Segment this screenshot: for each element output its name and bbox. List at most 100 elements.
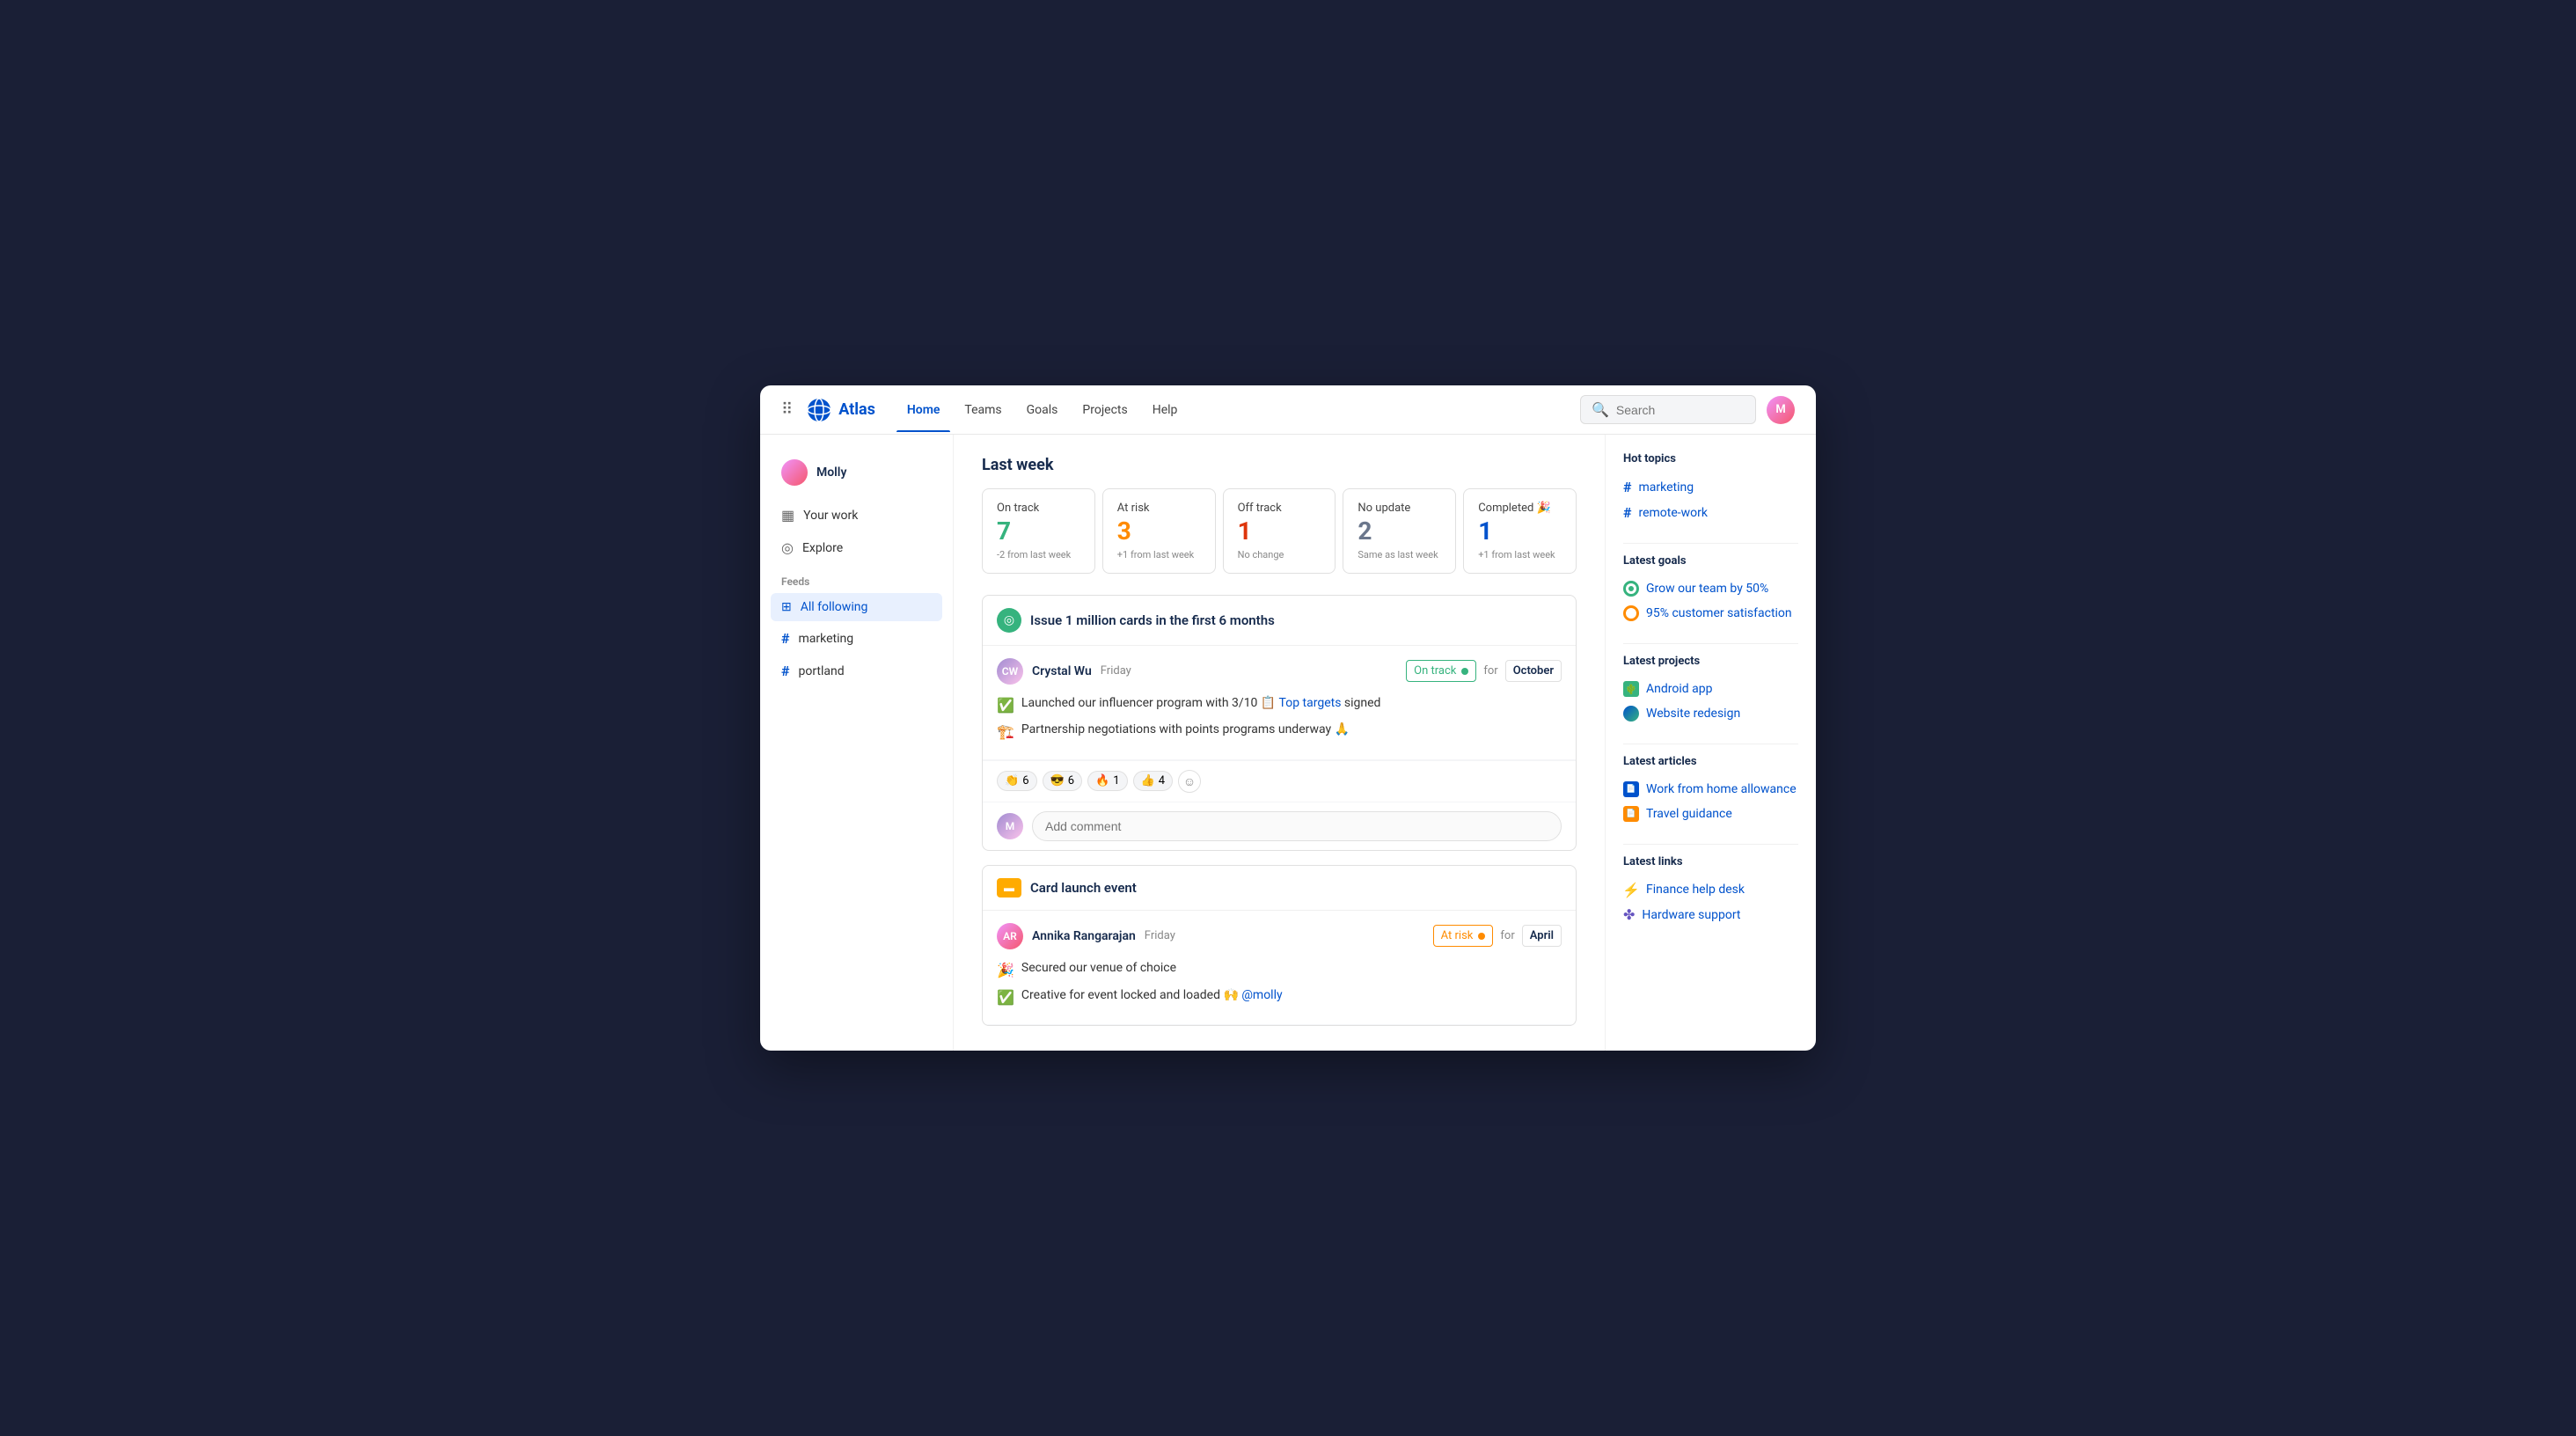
commenter-avatar: M xyxy=(997,813,1023,839)
nav-link-home[interactable]: Home xyxy=(896,396,951,424)
stat-label-off-track: Off track xyxy=(1238,502,1321,515)
update-date-crystal: Friday xyxy=(1101,664,1131,678)
goal-customer-satisfaction[interactable]: 95% customer satisfaction xyxy=(1623,601,1798,626)
sidebar-user[interactable]: Molly xyxy=(771,452,942,493)
wfh-article-label: Work from home allowance xyxy=(1646,782,1797,796)
stats-row: On track 7 -2 from last week At risk 3 +… xyxy=(982,488,1577,574)
goal-icon-grow-team xyxy=(1623,581,1639,597)
search-input[interactable] xyxy=(1616,403,1745,417)
travel-article-icon: 📄 xyxy=(1623,806,1639,822)
reaction-clap-count: 6 xyxy=(1022,774,1028,788)
reaction-cool-emoji: 😎 xyxy=(1050,774,1065,788)
nav-link-teams[interactable]: Teams xyxy=(954,396,1012,424)
logo-wrap[interactable]: Atlas xyxy=(807,398,875,422)
add-reaction-button[interactable]: ☺ xyxy=(1178,770,1201,793)
project-android-app[interactable]: 🌵 Android app xyxy=(1623,677,1798,701)
stat-label-at-risk: At risk xyxy=(1117,502,1201,515)
sidebar-feed-marketing[interactable]: # marketing xyxy=(771,623,942,654)
user-avatar-top[interactable]: M xyxy=(1767,396,1795,424)
hot-topics-section: Hot topics # marketing # remote-work xyxy=(1623,452,1798,525)
article-travel[interactable]: 📄 Travel guidance xyxy=(1623,802,1798,826)
status-badge-at-risk: At risk xyxy=(1433,925,1494,947)
website-redesign-label: Website redesign xyxy=(1646,707,1740,721)
project-website-redesign[interactable]: Website redesign xyxy=(1623,701,1798,726)
status-month-october[interactable]: October xyxy=(1505,660,1562,682)
for-label-2: for xyxy=(1500,929,1514,942)
stat-number-on-track: 7 xyxy=(997,518,1080,546)
card-launch-icon: ▬ xyxy=(997,878,1021,898)
reaction-fire[interactable]: 🔥 1 xyxy=(1087,771,1128,791)
update-body-crystal: ✅ Launched our influencer program with 3… xyxy=(997,693,1562,744)
feed-card-header-2: ▬ Card launch event xyxy=(983,866,1576,911)
hot-topic-remote-work[interactable]: # remote-work xyxy=(1623,500,1798,525)
reaction-clap-emoji: 👏 xyxy=(1005,774,1019,788)
explore-icon: ◎ xyxy=(781,539,794,556)
stat-sub-completed: +1 from last week xyxy=(1478,549,1562,560)
checkmark-icon-2: ✅ xyxy=(997,986,1014,1009)
goal-grow-team[interactable]: Grow our team by 50% xyxy=(1623,576,1798,601)
update-line-2: 🏗️ Partnership negotiations with points … xyxy=(997,720,1562,744)
nav-right: 🔍 M xyxy=(1580,395,1795,424)
reaction-thumbsup[interactable]: 👍 4 xyxy=(1133,771,1174,791)
atlas-logo-icon xyxy=(807,398,831,422)
link-finance[interactable]: ⚡ Finance help desk xyxy=(1623,877,1798,902)
sidebar-feed-label-all: All following xyxy=(801,600,868,614)
comment-input[interactable] xyxy=(1032,811,1562,841)
top-targets-link[interactable]: Top targets xyxy=(1279,696,1342,710)
sidebar-item-explore[interactable]: ◎ Explore xyxy=(771,532,942,563)
nav-link-help[interactable]: Help xyxy=(1142,396,1189,424)
feeds-section-label: Feeds xyxy=(771,565,942,593)
sidebar-item-your-work[interactable]: ▦ Your work xyxy=(771,500,942,531)
molly-link[interactable]: @molly xyxy=(1241,988,1282,1002)
update-author-annika[interactable]: Annika Rangarajan xyxy=(1032,929,1136,943)
hardware-link-icon: ✤ xyxy=(1623,906,1635,923)
android-app-icon: 🌵 xyxy=(1623,681,1639,697)
latest-goals-section: Latest goals Grow our team by 50% 95% cu… xyxy=(1623,554,1798,626)
travel-article-label: Travel guidance xyxy=(1646,807,1732,821)
goal-grow-team-label: Grow our team by 50% xyxy=(1646,582,1768,596)
latest-articles-title: Latest articles xyxy=(1623,755,1798,768)
portland-hash-icon: # xyxy=(781,663,789,679)
latest-projects-title: Latest projects xyxy=(1623,655,1798,668)
stat-card-on-track: On track 7 -2 from last week xyxy=(982,488,1095,574)
status-month-april[interactable]: April xyxy=(1522,925,1562,947)
top-nav: ⠿ Atlas Home Teams Goals Projects Help 🔍 xyxy=(760,385,1816,435)
construction-icon: 🏗️ xyxy=(997,721,1014,744)
feed-card-title-1[interactable]: Issue 1 million cards in the first 6 mon… xyxy=(1030,612,1275,628)
hot-topic-remote-work-label: remote-work xyxy=(1638,506,1708,520)
stat-sub-at-risk: +1 from last week xyxy=(1117,549,1201,560)
reaction-clap[interactable]: 👏 6 xyxy=(997,771,1037,791)
stat-number-completed: 1 xyxy=(1478,518,1562,546)
at-risk-dot xyxy=(1478,933,1485,940)
grid-icon[interactable]: ⠿ xyxy=(781,400,793,419)
status-label-on-track: On track xyxy=(1414,664,1456,678)
update-text-1: Launched our influencer program with 3/1… xyxy=(1021,693,1381,713)
update-text-2: Partnership negotiations with points pro… xyxy=(1021,720,1350,739)
update-author-crystal[interactable]: Crystal Wu xyxy=(1032,664,1092,678)
nav-link-goals[interactable]: Goals xyxy=(1016,396,1069,424)
stat-sub-off-track: No change xyxy=(1238,549,1321,560)
feed-update-crystal: CW Crystal Wu Friday On track for Octobe… xyxy=(983,646,1576,760)
website-redesign-icon xyxy=(1623,706,1639,722)
hot-topic-marketing[interactable]: # marketing xyxy=(1623,474,1798,500)
feed-card-title-2[interactable]: Card launch event xyxy=(1030,880,1137,896)
sidebar: Molly ▦ Your work ◎ Explore Feeds ⊞ All … xyxy=(760,435,954,1051)
sidebar-feed-all-following[interactable]: ⊞ All following xyxy=(771,593,942,621)
divider-1 xyxy=(1623,543,1798,544)
stat-number-at-risk: 3 xyxy=(1117,518,1201,546)
finance-link-label: Finance help desk xyxy=(1646,883,1745,897)
hash-icon-remote-work: # xyxy=(1623,504,1631,521)
latest-articles-section: Latest articles 📄 Work from home allowan… xyxy=(1623,755,1798,826)
article-wfh[interactable]: 📄 Work from home allowance xyxy=(1623,777,1798,802)
reaction-cool[interactable]: 😎 6 xyxy=(1043,771,1083,791)
nav-link-projects[interactable]: Projects xyxy=(1072,396,1138,424)
stat-label-completed: Completed 🎉 xyxy=(1478,502,1562,515)
link-hardware[interactable]: ✤ Hardware support xyxy=(1623,902,1798,927)
nav-left: ⠿ Atlas xyxy=(781,398,875,422)
latest-links-section: Latest links ⚡ Finance help desk ✤ Hardw… xyxy=(1623,855,1798,927)
search-bar[interactable]: 🔍 xyxy=(1580,395,1756,424)
sidebar-feed-portland[interactable]: # portland xyxy=(771,656,942,686)
nav-links: Home Teams Goals Projects Help xyxy=(896,396,1559,424)
wfh-article-icon: 📄 xyxy=(1623,781,1639,797)
goal-icon-green: ◎ xyxy=(997,608,1021,633)
